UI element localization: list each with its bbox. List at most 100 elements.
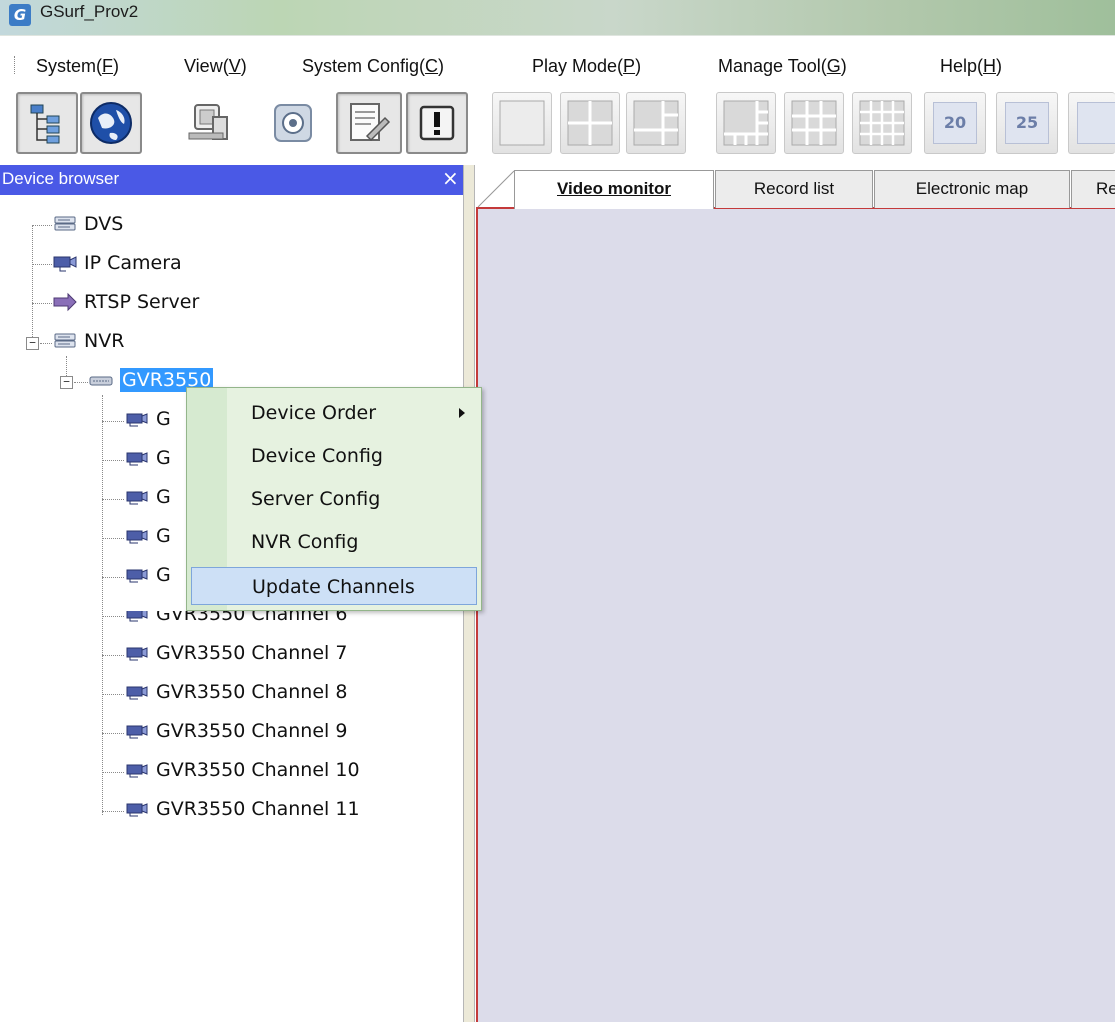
rtsp-server-icon [53,292,77,312]
layout-20-icon: 20 [933,102,977,144]
tab-truncated[interactable]: Re [1071,170,1115,208]
layout-4-icon [567,100,613,146]
menu-help-accel: H [983,56,997,76]
dvs-icon [54,216,76,231]
tree-item-label: GVR3550 Channel 7 [156,642,348,664]
alarm-button[interactable] [406,92,468,154]
submenu-arrow-icon [459,408,465,418]
tree-item-label: G [156,486,171,508]
title-bar: G GSurf_Prov2 [0,0,1115,36]
ptz-control-icon [274,104,312,142]
channel-camera-icon [126,647,148,661]
clip-region: GVR3550 Channel 6 [0,611,463,631]
tree-line [102,811,124,812]
tree-item-label: GVR3550 Channel 10 [156,759,360,781]
tree-line [102,538,124,539]
menu-help-tail: ) [996,56,1003,76]
menu-play-mode[interactable]: Play Mode(P) [532,56,641,77]
nvr-expander-icon[interactable]: − [26,337,39,350]
context-item-label: Server Config [251,488,381,510]
layout-20-button[interactable]: 20 [924,92,986,154]
tree-item-label: G [156,564,171,586]
tree-line [102,772,124,773]
context-item-label: Device Order [251,402,377,424]
channel-camera-icon [126,764,148,778]
close-icon[interactable]: × [442,166,459,190]
tree-line [32,264,52,265]
channel-camera-icon [126,413,148,427]
app-logo-icon: G [9,4,31,26]
context-item-nvr-config[interactable]: NVR Config [191,523,477,561]
tree-line [102,499,124,500]
layout-25-icon: 25 [1005,102,1049,144]
layout-16-button[interactable] [852,92,912,154]
app-window: G GSurf_Prov2 System(F) View(V) System C… [0,0,1115,1022]
menu-view-accel: V [228,56,241,76]
tree-item-label: G [156,447,171,469]
channel-camera-icon [126,452,148,466]
layout-8-icon [723,100,769,146]
layout-6-icon [633,100,679,146]
menu-system-tail: ) [113,56,120,76]
tree-line [32,225,33,343]
nvr-device-icon [89,376,113,386]
record-machine-button[interactable] [178,92,240,154]
tab-video-monitor[interactable]: Video monitor [514,170,714,210]
context-item-device-config[interactable]: Device Config [191,437,477,475]
context-item-server-config[interactable]: Server Config [191,480,477,518]
tab-record-list[interactable]: Record list [715,170,873,208]
channel-camera-icon [126,725,148,739]
tab-electronic-map[interactable]: Electronic map [874,170,1070,208]
video-monitor-area[interactable] [476,209,1115,1022]
globe-icon [90,102,132,144]
menu-system-accel: F [102,56,114,76]
channel-camera-icon [126,569,148,583]
tree-line [102,421,124,422]
channel-camera-icon [126,491,148,505]
layout-more-icon [1077,102,1115,144]
menu-help-label: Help( [940,56,984,76]
menu-play-mode-accel: P [623,56,636,76]
context-item-device-order[interactable]: Device Order [191,394,477,432]
layout-8-button[interactable] [716,92,776,154]
tree-item-label: G [156,525,171,547]
tree-line [102,460,124,461]
tree-item-label: NVR [84,330,125,352]
layout-4-button[interactable] [560,92,620,154]
tree-line [32,225,52,226]
device-tree-button[interactable] [16,92,78,154]
ptz-control-button[interactable] [262,92,324,154]
context-item-label: Update Channels [252,576,415,598]
menu-system-config-label: System Config( [302,56,426,76]
edit-config-button[interactable] [336,92,402,154]
menu-system-config-tail: ) [438,56,445,76]
globe-button[interactable] [80,92,142,154]
tree-line [32,303,52,304]
tree-line [102,655,124,656]
tree-line [74,382,88,383]
menu-play-mode-tail: ) [635,56,642,76]
tree-line [40,343,52,344]
layout-9-button[interactable] [784,92,844,154]
record-machine-icon [188,104,228,140]
device-browser-title: Device browser [2,169,120,188]
menu-manage-tool[interactable]: Manage Tool(G) [718,56,847,77]
edit-config-icon [350,103,391,142]
context-item-update-channels[interactable]: Update Channels [191,567,477,605]
menu-view-tail: ) [240,56,247,76]
context-menu: Device Order Device Config Server Config… [186,387,482,611]
menu-system[interactable]: System(F) [36,56,119,77]
layout-6-button[interactable] [626,92,686,154]
alarm-icon [419,105,455,141]
layout-more-button[interactable] [1068,92,1115,154]
layout-25-button[interactable]: 25 [996,92,1058,154]
layout-1-button[interactable] [492,92,552,154]
gvr3550-expander-icon[interactable]: − [60,376,73,389]
channel-camera-icon [126,803,148,817]
menu-system-config[interactable]: System Config(C) [302,56,444,77]
channel-camera-icon [126,530,148,544]
menu-help[interactable]: Help(H) [940,56,1002,77]
menu-grip-icon[interactable] [14,56,17,74]
menu-view[interactable]: View(V) [184,56,247,77]
menu-play-mode-label: Play Mode( [532,56,624,76]
